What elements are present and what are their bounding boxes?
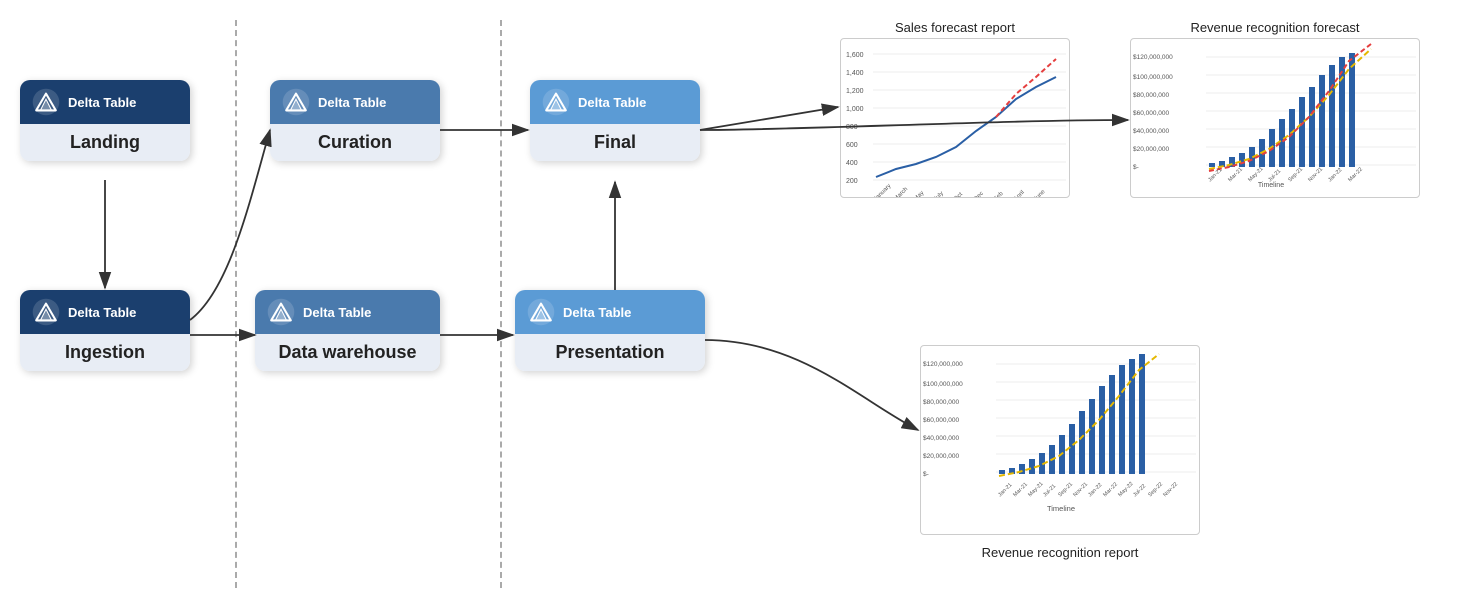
chart-revenue-forecast: $120,000,000 $100,000,000 $80,000,000 $6… [1130,38,1420,198]
svg-text:Oct: Oct [953,191,964,198]
svg-text:Mar-22: Mar-22 [1347,167,1364,184]
svg-text:June: June [1033,189,1047,198]
node-datawarehouse-header-text: Delta Table [303,305,371,320]
svg-text:$100,000,000: $100,000,000 [923,381,963,388]
svg-text:400: 400 [846,160,858,167]
svg-text:May-21: May-21 [1247,166,1264,183]
node-final-header-text: Delta Table [578,95,646,110]
node-presentation-header-text: Delta Table [563,305,631,320]
svg-text:$120,000,000: $120,000,000 [923,361,963,368]
chart-revenue-report-title: Revenue recognition report [920,545,1200,560]
node-landing: Delta Table Landing [20,80,190,161]
node-ingestion-header-text: Delta Table [68,305,136,320]
delta-logo-presentation [527,298,555,326]
svg-text:$20,000,000: $20,000,000 [1133,146,1170,153]
svg-text:Mar-21: Mar-21 [1227,167,1244,184]
svg-text:$20,000,000: $20,000,000 [923,453,960,460]
delta-logo-landing [32,88,60,116]
node-final-label: Final [530,124,700,161]
divider-1 [235,20,237,588]
node-datawarehouse-label: Data warehouse [255,334,440,371]
svg-text:1,000: 1,000 [846,106,864,113]
chart-sales-forecast-title: Sales forecast report [840,20,1070,35]
node-final-header: Delta Table [530,80,700,124]
node-curation-label: Curation [270,124,440,161]
main-canvas: Delta Table Landing Delta Table Ingestio… [0,0,1465,608]
svg-text:$100,000,000: $100,000,000 [1133,74,1173,81]
node-presentation-header: Delta Table [515,290,705,334]
chart-revenue-report: $120,000,000 $100,000,000 $80,000,000 $6… [920,345,1200,535]
svg-text:$40,000,000: $40,000,000 [923,435,960,442]
svg-text:Sep-22: Sep-22 [1147,481,1164,498]
svg-text:May-22: May-22 [1117,481,1134,498]
node-curation-header-text: Delta Table [318,95,386,110]
svg-text:Nov-21: Nov-21 [1307,166,1324,183]
node-ingestion-header: Delta Table [20,290,190,334]
node-presentation-label: Presentation [515,334,705,371]
svg-text:Nov-21: Nov-21 [1072,481,1089,498]
svg-text:$60,000,000: $60,000,000 [923,417,960,424]
revenue-report-svg: $120,000,000 $100,000,000 $80,000,000 $6… [921,346,1200,535]
svg-text:Sep-21: Sep-21 [1287,166,1304,183]
svg-text:Jan-22: Jan-22 [1087,482,1103,498]
node-ingestion-label: Ingestion [20,334,190,371]
revenue-forecast-svg: $120,000,000 $100,000,000 $80,000,000 $6… [1131,39,1420,198]
svg-text:600: 600 [846,142,858,149]
svg-text:Mar-22: Mar-22 [1102,482,1119,499]
svg-text:$40,000,000: $40,000,000 [1133,128,1170,135]
node-landing-header-text: Delta Table [68,95,136,110]
delta-logo-curation [282,88,310,116]
delta-logo-final [542,88,570,116]
svg-text:$-: $- [923,471,929,478]
node-final: Delta Table Final [530,80,700,161]
node-presentation: Delta Table Presentation [515,290,705,371]
delta-logo-dw [267,298,295,326]
svg-text:May-21: May-21 [1027,481,1044,498]
svg-text:July: July [933,191,945,198]
svg-text:$80,000,000: $80,000,000 [923,399,960,406]
svg-text:January: January [873,183,892,198]
node-curation: Delta Table Curation [270,80,440,161]
delta-logo-ingestion [32,298,60,326]
svg-text:Timeline: Timeline [1047,504,1075,513]
svg-text:Jul-21: Jul-21 [1042,483,1057,498]
svg-text:April: April [1013,190,1026,198]
svg-text:$120,000,000: $120,000,000 [1133,54,1173,61]
node-datawarehouse: Delta Table Data warehouse [255,290,440,371]
svg-text:800: 800 [846,124,858,131]
svg-text:Jan-21: Jan-21 [997,482,1013,498]
svg-text:1,600: 1,600 [846,52,864,59]
sales-forecast-svg: 1,600 1,400 1,200 1,000 800 600 400 200 … [841,39,1070,198]
chart-revenue-forecast-title: Revenue recognition forecast [1130,20,1420,35]
svg-text:May: May [913,190,925,198]
node-curation-header: Delta Table [270,80,440,124]
node-landing-label: Landing [20,124,190,161]
svg-text:$-: $- [1133,164,1139,171]
svg-text:$60,000,000: $60,000,000 [1133,110,1170,117]
node-ingestion: Delta Table Ingestion [20,290,190,371]
node-datawarehouse-header: Delta Table [255,290,440,334]
svg-text:Mar-21: Mar-21 [1012,482,1029,499]
svg-text:March: March [893,186,909,198]
chart-sales-forecast: 1,600 1,400 1,200 1,000 800 600 400 200 … [840,38,1070,198]
svg-text:Nov-22: Nov-22 [1162,481,1179,498]
node-landing-header: Delta Table [20,80,190,124]
svg-text:1,200: 1,200 [846,88,864,95]
svg-text:$80,000,000: $80,000,000 [1133,92,1170,99]
svg-text:Jan-22: Jan-22 [1327,167,1343,183]
svg-text:Feb: Feb [993,190,1005,198]
divider-2 [500,20,502,588]
svg-text:Sep-21: Sep-21 [1057,481,1074,498]
svg-text:Jul-22: Jul-22 [1132,483,1147,498]
svg-text:200: 200 [846,178,858,185]
svg-text:1,400: 1,400 [846,70,864,77]
svg-text:Dec: Dec [973,191,985,198]
